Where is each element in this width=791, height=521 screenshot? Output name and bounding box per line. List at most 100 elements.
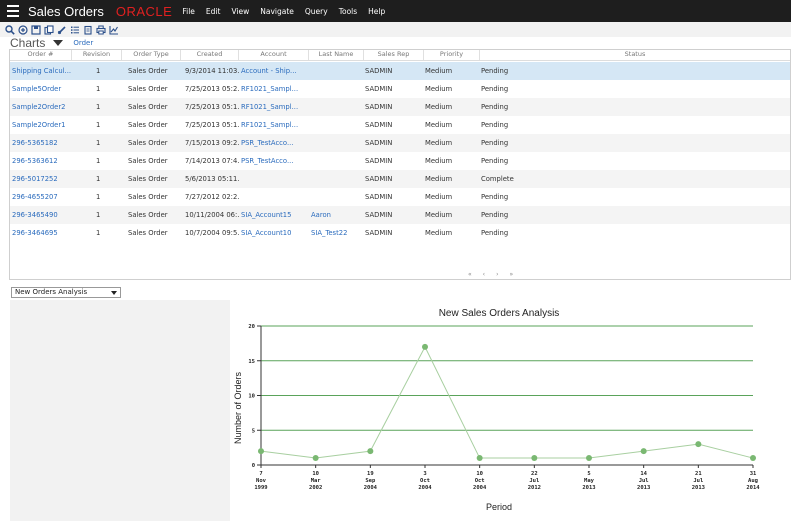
table-row[interactable]: 296-3464695 1 Sales Order 10/7/2004 09:5… xyxy=(10,224,790,242)
account-link[interactable]: PSR_TestAcco... xyxy=(239,157,309,165)
pagination: « ‹ › » xyxy=(10,268,790,279)
created-cell: 10/7/2004 09:5... xyxy=(185,229,239,237)
first-page-button[interactable]: « xyxy=(468,271,472,278)
last-name-link[interactable]: SIA_Test22 xyxy=(309,229,364,237)
x-tick-label: 21 Jul 2013 xyxy=(692,471,705,491)
menu-view[interactable]: View xyxy=(231,7,249,16)
created-cell: 7/25/2013 05:1... xyxy=(185,103,239,111)
menu-query[interactable]: Query xyxy=(305,7,328,16)
account-link[interactable]: SIA_Account10 xyxy=(239,229,309,237)
table-row[interactable]: Sample2Order1 1 Sales Order 7/25/2013 05… xyxy=(10,116,790,134)
list-icon[interactable] xyxy=(69,24,80,35)
priority-cell: Medium xyxy=(425,121,453,129)
order-number-link[interactable]: 296-5363612 xyxy=(10,157,72,165)
table-header: Order # Revision Order Type Created Acco… xyxy=(10,50,790,61)
column-header-order-number[interactable]: Order # xyxy=(10,50,72,60)
order-type-cell: Sales Order xyxy=(128,175,168,183)
column-header-account[interactable]: Account xyxy=(239,50,309,60)
order-number-link[interactable]: 296-3464695 xyxy=(10,229,72,237)
order-number-link[interactable]: Sample5Order xyxy=(10,85,72,93)
previous-page-button[interactable]: ‹ xyxy=(483,271,485,278)
order-number-link[interactable]: 296-5365182 xyxy=(10,139,72,147)
menu-help[interactable]: Help xyxy=(368,7,385,16)
order-number-link[interactable]: 296-4655207 xyxy=(10,193,72,201)
data-point xyxy=(422,343,428,350)
table-row[interactable]: 296-5365182 1 Sales Order 7/15/2013 09:2… xyxy=(10,134,790,152)
last-page-button[interactable]: » xyxy=(509,271,513,278)
account-link[interactable]: SIA_Account15 xyxy=(239,211,309,219)
menu-edit[interactable]: Edit xyxy=(206,7,221,16)
y-axis-label: Number of Orders xyxy=(233,371,243,444)
column-header-sales-rep[interactable]: Sales Rep xyxy=(364,50,424,60)
edit-icon[interactable] xyxy=(56,24,67,35)
save-icon[interactable] xyxy=(30,24,41,35)
order-number-link[interactable]: 296-3465490 xyxy=(10,211,72,219)
data-point xyxy=(640,448,647,455)
last-name-link[interactable]: Aaron xyxy=(309,211,364,219)
tab-order[interactable]: Order xyxy=(73,39,93,47)
column-header-order-type[interactable]: Order Type xyxy=(122,50,181,60)
created-cell: 10/11/2004 06:... xyxy=(185,211,239,219)
chart-icon[interactable] xyxy=(108,24,119,35)
priority-cell: Medium xyxy=(425,157,453,165)
order-number-link[interactable]: 296-5017252 xyxy=(10,175,72,183)
priority-cell: Medium xyxy=(425,85,453,93)
revision-cell: 1 xyxy=(96,211,101,219)
column-header-revision[interactable]: Revision xyxy=(72,50,122,60)
menu-file[interactable]: File xyxy=(182,7,195,16)
next-page-button[interactable]: › xyxy=(496,271,498,278)
account-link[interactable]: PSR_TestAcco... xyxy=(239,139,309,147)
account-link[interactable]: RF1021_Sampl... xyxy=(239,121,309,129)
column-header-created[interactable]: Created xyxy=(181,50,239,60)
order-number-link[interactable]: Sample2Order2 xyxy=(10,103,72,111)
revision-cell: 1 xyxy=(96,157,101,165)
order-type-cell: Sales Order xyxy=(128,67,168,75)
order-number-link[interactable]: Shipping Calcul... xyxy=(10,67,72,75)
column-header-last-name[interactable]: Last Name xyxy=(309,50,364,60)
sales-rep-cell: SADMIN xyxy=(365,175,393,183)
chart-title: New Sales Orders Analysis xyxy=(439,308,560,319)
table-row[interactable]: 296-3465490 1 Sales Order 10/11/2004 06:… xyxy=(10,206,790,224)
sales-rep-cell: SADMIN xyxy=(365,229,393,237)
priority-cell: Medium xyxy=(425,103,453,111)
sales-rep-cell: SADMIN xyxy=(365,157,393,165)
order-number-link[interactable]: Sample2Order1 xyxy=(10,121,72,129)
copy-icon[interactable] xyxy=(43,24,54,35)
x-tick-label: 3 Oct 2004 xyxy=(418,471,432,491)
column-header-priority[interactable]: Priority xyxy=(424,50,480,60)
x-tick-label: 19 Sep 2004 xyxy=(364,471,378,491)
menu-navigate[interactable]: Navigate xyxy=(260,7,294,16)
hamburger-menu-icon[interactable] xyxy=(2,0,24,22)
priority-cell: Medium xyxy=(425,175,453,183)
print-icon[interactable] xyxy=(95,24,106,35)
table-row[interactable]: Sample5Order 1 Sales Order 7/25/2013 05:… xyxy=(10,80,790,98)
y-tick-label: 5 xyxy=(252,428,255,434)
revision-cell: 1 xyxy=(96,67,101,75)
created-cell: 7/27/2012 02:2... xyxy=(185,193,239,201)
revision-cell: 1 xyxy=(96,85,101,93)
order-type-cell: Sales Order xyxy=(128,229,168,237)
search-icon[interactable] xyxy=(4,24,15,35)
analysis-select[interactable]: New Orders Analysis xyxy=(11,287,121,298)
y-tick-label: 0 xyxy=(252,463,255,469)
account-link[interactable]: Account - Ship... xyxy=(239,67,309,75)
table-row[interactable]: Shipping Calcul... 1 Sales Order 9/3/201… xyxy=(10,62,790,80)
clipboard-icon[interactable] xyxy=(82,24,93,35)
x-tick-label: 5 May 2013 xyxy=(582,471,595,491)
y-tick-label: 20 xyxy=(248,324,255,330)
table-row[interactable]: 296-5017252 1 Sales Order 5/6/2013 05:11… xyxy=(10,170,790,188)
orders-table: Order # Revision Order Type Created Acco… xyxy=(9,49,791,280)
add-icon[interactable] xyxy=(17,24,28,35)
account-link[interactable]: RF1021_Sampl... xyxy=(239,85,309,93)
table-row[interactable]: Sample2Order2 1 Sales Order 7/25/2013 05… xyxy=(10,98,790,116)
column-header-status[interactable]: Status xyxy=(480,50,790,60)
created-cell: 9/3/2014 11:03... xyxy=(185,67,239,75)
table-row[interactable]: 296-5363612 1 Sales Order 7/14/2013 07:4… xyxy=(10,152,790,170)
sales-rep-cell: SADMIN xyxy=(365,139,393,147)
menu-tools[interactable]: Tools xyxy=(339,7,357,16)
data-point xyxy=(367,448,374,455)
table-row[interactable]: 296-4655207 1 Sales Order 7/27/2012 02:2… xyxy=(10,188,790,206)
account-link[interactable]: RF1021_Sampl... xyxy=(239,103,309,111)
sales-rep-cell: SADMIN xyxy=(365,121,393,129)
charts-dropdown-caret-icon[interactable] xyxy=(53,40,64,46)
